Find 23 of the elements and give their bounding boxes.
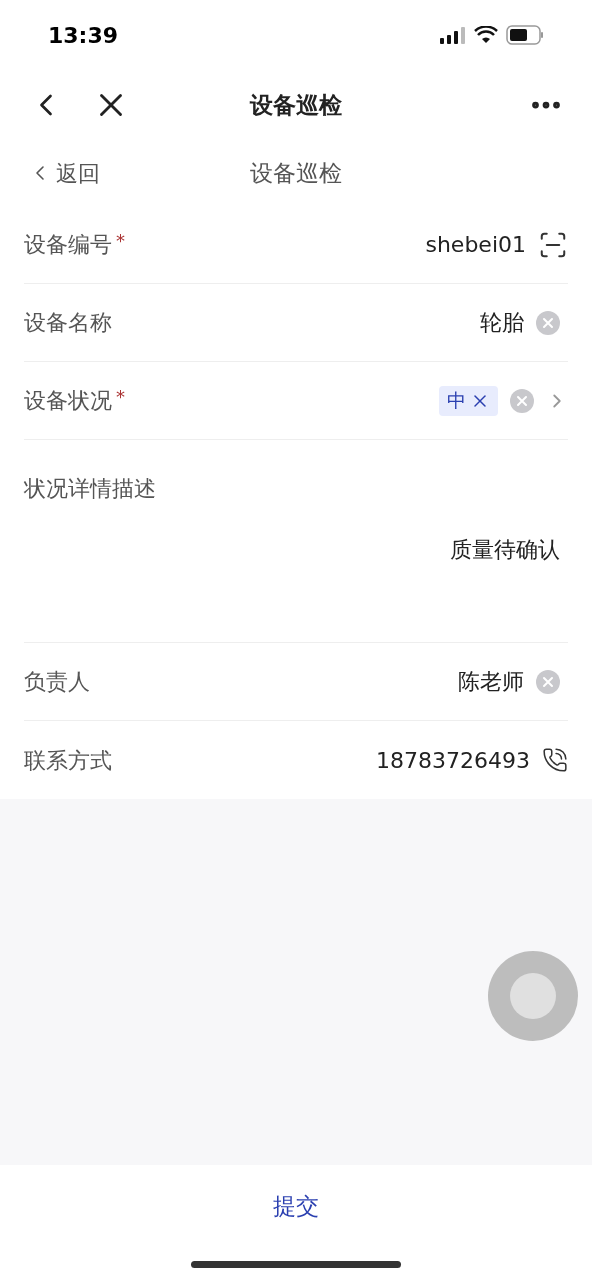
battery-icon (506, 25, 544, 45)
field-value: 18783726493 (376, 746, 530, 775)
required-mark: * (116, 385, 125, 409)
field-value: 陈老师 (458, 668, 524, 696)
section-title: 设备巡检 (250, 158, 342, 188)
field-label: 设备名称 (24, 309, 112, 337)
status-time: 13:39 (48, 21, 119, 50)
phone-icon[interactable] (542, 747, 568, 773)
back-link[interactable]: 返回 (28, 156, 100, 190)
required-mark: * (116, 229, 125, 253)
field-label: 设备状况 (24, 387, 112, 415)
wifi-icon (474, 26, 498, 44)
field-value: shebei01 (425, 231, 526, 259)
field-label: 状况详情描述 (24, 475, 156, 503)
field-value: 轮胎 (480, 309, 524, 337)
field-label: 负责人 (24, 668, 90, 696)
field-label: 设备编号 (24, 231, 112, 259)
submit-button[interactable]: 提交 (249, 1181, 343, 1232)
description-field[interactable]: 质量待确认 (450, 533, 568, 566)
tag-chip[interactable]: 中 (439, 385, 498, 416)
page-title: 设备巡检 (250, 90, 342, 120)
field-label: 联系方式 (24, 746, 112, 775)
signal-icon (440, 26, 466, 44)
